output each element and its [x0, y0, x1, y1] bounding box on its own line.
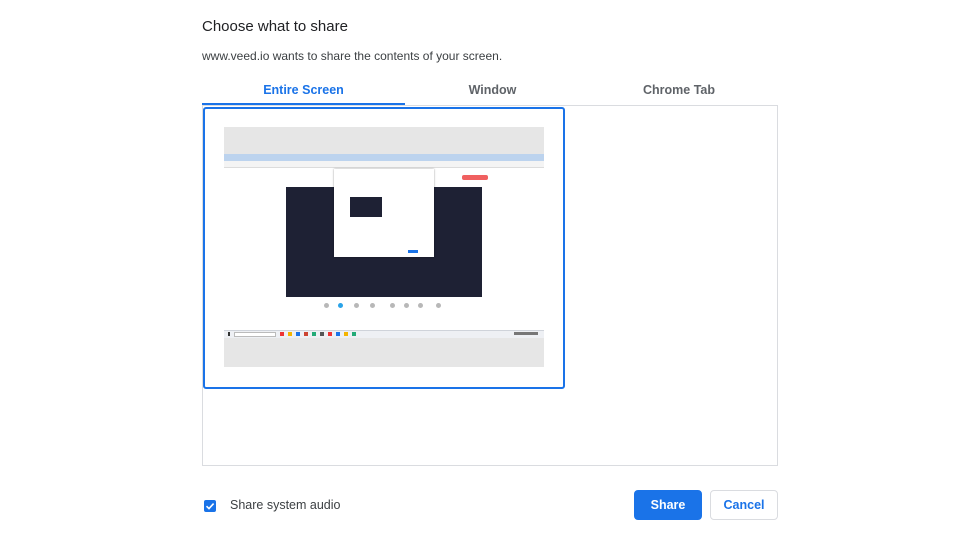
thumbnail-app-icon: [344, 332, 348, 336]
checkmark-icon: [205, 503, 215, 510]
tab-window[interactable]: Window: [405, 80, 580, 104]
thumbnail-dialog-button: [408, 250, 418, 253]
source-tabs: Entire Screen Window Chrome Tab: [202, 80, 778, 106]
thumbnail-tool-icon: [404, 303, 409, 308]
thumbnail-app-icon: [288, 332, 292, 336]
share-audio-checkbox[interactable]: [204, 500, 216, 512]
thumbnail-app-icon: [336, 332, 340, 336]
thumbnail-app-icon: [328, 332, 332, 336]
thumbnail-tool-icon: [338, 303, 343, 308]
thumbnail-tool-icon: [390, 303, 395, 308]
thumbnail-dialog-preview: [350, 197, 382, 217]
thumbnail-tool-icon: [370, 303, 375, 308]
thumbnail-app-icon: [304, 332, 308, 336]
tab-chrome-tab[interactable]: Chrome Tab: [580, 80, 778, 104]
thumbnail-app-icon: [312, 332, 316, 336]
thumbnail-tool-icon: [418, 303, 423, 308]
cancel-button[interactable]: Cancel: [710, 490, 778, 520]
thumbnail-search-box: [234, 332, 276, 337]
screen-source-tile[interactable]: [203, 107, 565, 389]
tab-entire-screen[interactable]: Entire Screen: [202, 80, 405, 104]
thumbnail-system-tray: [514, 332, 538, 335]
share-button[interactable]: Share: [634, 490, 702, 520]
thumbnail-dialog: [334, 169, 434, 257]
screen-thumbnail: [224, 127, 544, 367]
thumbnail-tool-icon: [436, 303, 441, 308]
thumbnail-tool-icon: [324, 303, 329, 308]
dialog-subtitle: www.veed.io wants to share the contents …: [202, 49, 503, 63]
dialog-title: Choose what to share: [202, 18, 348, 35]
thumbnail-browser-tabs: [224, 154, 544, 161]
thumbnail-start-icon: [228, 332, 230, 336]
thumbnail-address-bar: [224, 161, 544, 168]
thumbnail-toolbar: [324, 303, 444, 309]
thumbnail-app-icon: [352, 332, 356, 336]
thumbnail-app-icon: [320, 332, 324, 336]
thumbnail-tool-icon: [354, 303, 359, 308]
thumbnail-app-icon: [280, 332, 284, 336]
thumbnail-taskbar: [224, 330, 544, 338]
source-list: [202, 105, 778, 466]
thumbnail-app-icon: [296, 332, 300, 336]
thumbnail-record-button: [462, 175, 488, 180]
share-audio-label: Share system audio: [230, 498, 341, 512]
